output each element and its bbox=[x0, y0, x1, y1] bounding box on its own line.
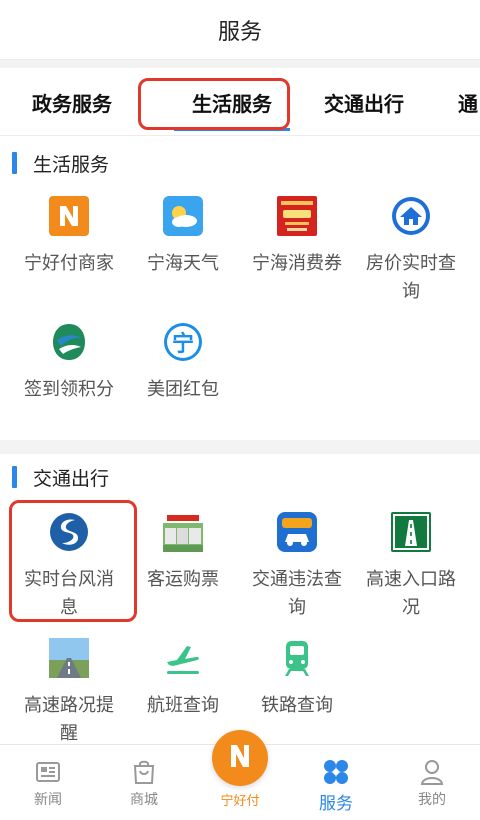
service-bus-ticket[interactable]: 客运购票 bbox=[127, 512, 239, 594]
service-typhoon-news[interactable]: 实时台风消息 bbox=[13, 512, 125, 622]
page-title: 服务 bbox=[217, 19, 262, 45]
app-label: 交通违法查询 bbox=[252, 569, 342, 618]
section-title: 生活服务 bbox=[33, 153, 110, 176]
svg-text:宁: 宁 bbox=[172, 331, 194, 357]
service-flight-query[interactable]: 航班查询 bbox=[127, 638, 239, 720]
flight-icon bbox=[163, 638, 203, 678]
app-label: 签到领积分 bbox=[24, 379, 114, 400]
nav-shop[interactable]: 商城 bbox=[96, 745, 192, 820]
tab-government-services[interactable]: 政务服务 bbox=[16, 68, 128, 135]
railway-icon bbox=[277, 638, 317, 678]
app-label: 宁好付商家 bbox=[24, 253, 114, 274]
section-title: 交通出行 bbox=[33, 467, 110, 490]
header-gap bbox=[0, 60, 480, 68]
meituan-redpacket-icon: 宁 bbox=[163, 322, 203, 362]
nav-news[interactable]: 新闻 bbox=[0, 745, 96, 820]
app-label: 高速入口路况 bbox=[366, 569, 456, 618]
category-tabs: 政务服务 生活服务 交通出行 通 bbox=[0, 68, 480, 136]
section-accent-bar bbox=[12, 466, 17, 488]
nav-label: 我的 bbox=[418, 792, 446, 808]
top-header: 服务 bbox=[0, 0, 480, 60]
app-label: 高速路况提醒 bbox=[24, 695, 114, 744]
highway-traffic-icon bbox=[49, 638, 89, 678]
tab-more-partial[interactable]: 通 bbox=[458, 68, 480, 135]
bus-ticket-icon bbox=[163, 512, 203, 552]
checkin-points-icon bbox=[49, 322, 89, 362]
tab-transportation[interactable]: 交通出行 bbox=[314, 68, 414, 135]
section-accent-bar bbox=[12, 152, 17, 174]
news-icon bbox=[33, 757, 63, 787]
ninghaofu-merchant-icon bbox=[49, 196, 89, 236]
section-header-life: 生活服务 bbox=[0, 138, 480, 188]
highway-entrance-icon bbox=[391, 512, 431, 552]
nav-profile[interactable]: 我的 bbox=[384, 745, 480, 820]
service-meituan-redpacket[interactable]: 宁 美团红包 bbox=[127, 322, 239, 404]
weather-icon bbox=[163, 196, 203, 236]
house-price-icon bbox=[391, 196, 431, 236]
app-label: 房价实时查询 bbox=[366, 253, 456, 302]
consumption-coupon-icon bbox=[277, 196, 317, 236]
nav-label: 服务 bbox=[319, 794, 353, 814]
service-highway-traffic-alert[interactable]: 高速路况提醒 bbox=[13, 638, 125, 748]
app-label: 航班查询 bbox=[147, 695, 219, 716]
service-ninghaofu-merchant[interactable]: 宁好付商家 bbox=[13, 196, 125, 278]
nav-label: 商城 bbox=[130, 792, 158, 808]
shop-bag-icon bbox=[129, 757, 159, 787]
traffic-violation-icon bbox=[277, 512, 317, 552]
service-highway-entrance[interactable]: 高速入口路况 bbox=[355, 512, 467, 622]
service-checkin-points[interactable]: 签到领积分 bbox=[13, 322, 125, 404]
app-label: 美团红包 bbox=[147, 379, 219, 400]
service-ninghai-weather[interactable]: 宁海天气 bbox=[127, 196, 239, 278]
app-label: 铁路查询 bbox=[261, 695, 333, 716]
nav-ninghaofu-label: 宁好付 bbox=[220, 794, 260, 809]
active-tab-indicator bbox=[174, 128, 290, 131]
service-clover-icon bbox=[321, 757, 351, 787]
profile-icon bbox=[417, 757, 447, 787]
service-consumption-coupon[interactable]: 宁海消费券 bbox=[241, 196, 353, 278]
ninghaofu-logo-icon bbox=[223, 739, 257, 777]
app-label: 宁海天气 bbox=[147, 253, 219, 274]
app-label: 宁海消费券 bbox=[252, 253, 342, 274]
service-house-price[interactable]: 房价实时查询 bbox=[355, 196, 467, 306]
tab-life-services[interactable]: 生活服务 bbox=[174, 68, 290, 135]
service-railway-query[interactable]: 铁路查询 bbox=[241, 638, 353, 720]
typhoon-icon bbox=[49, 512, 89, 552]
nav-service[interactable]: 服务 bbox=[288, 745, 384, 820]
app-label: 客运购票 bbox=[147, 569, 219, 590]
nav-label: 新闻 bbox=[34, 792, 62, 808]
app-label: 实时台风消息 bbox=[24, 569, 114, 618]
nav-ninghaofu-center[interactable] bbox=[212, 730, 268, 786]
section-header-transport: 交通出行 bbox=[0, 452, 480, 502]
service-traffic-violation[interactable]: 交通违法查询 bbox=[241, 512, 353, 622]
